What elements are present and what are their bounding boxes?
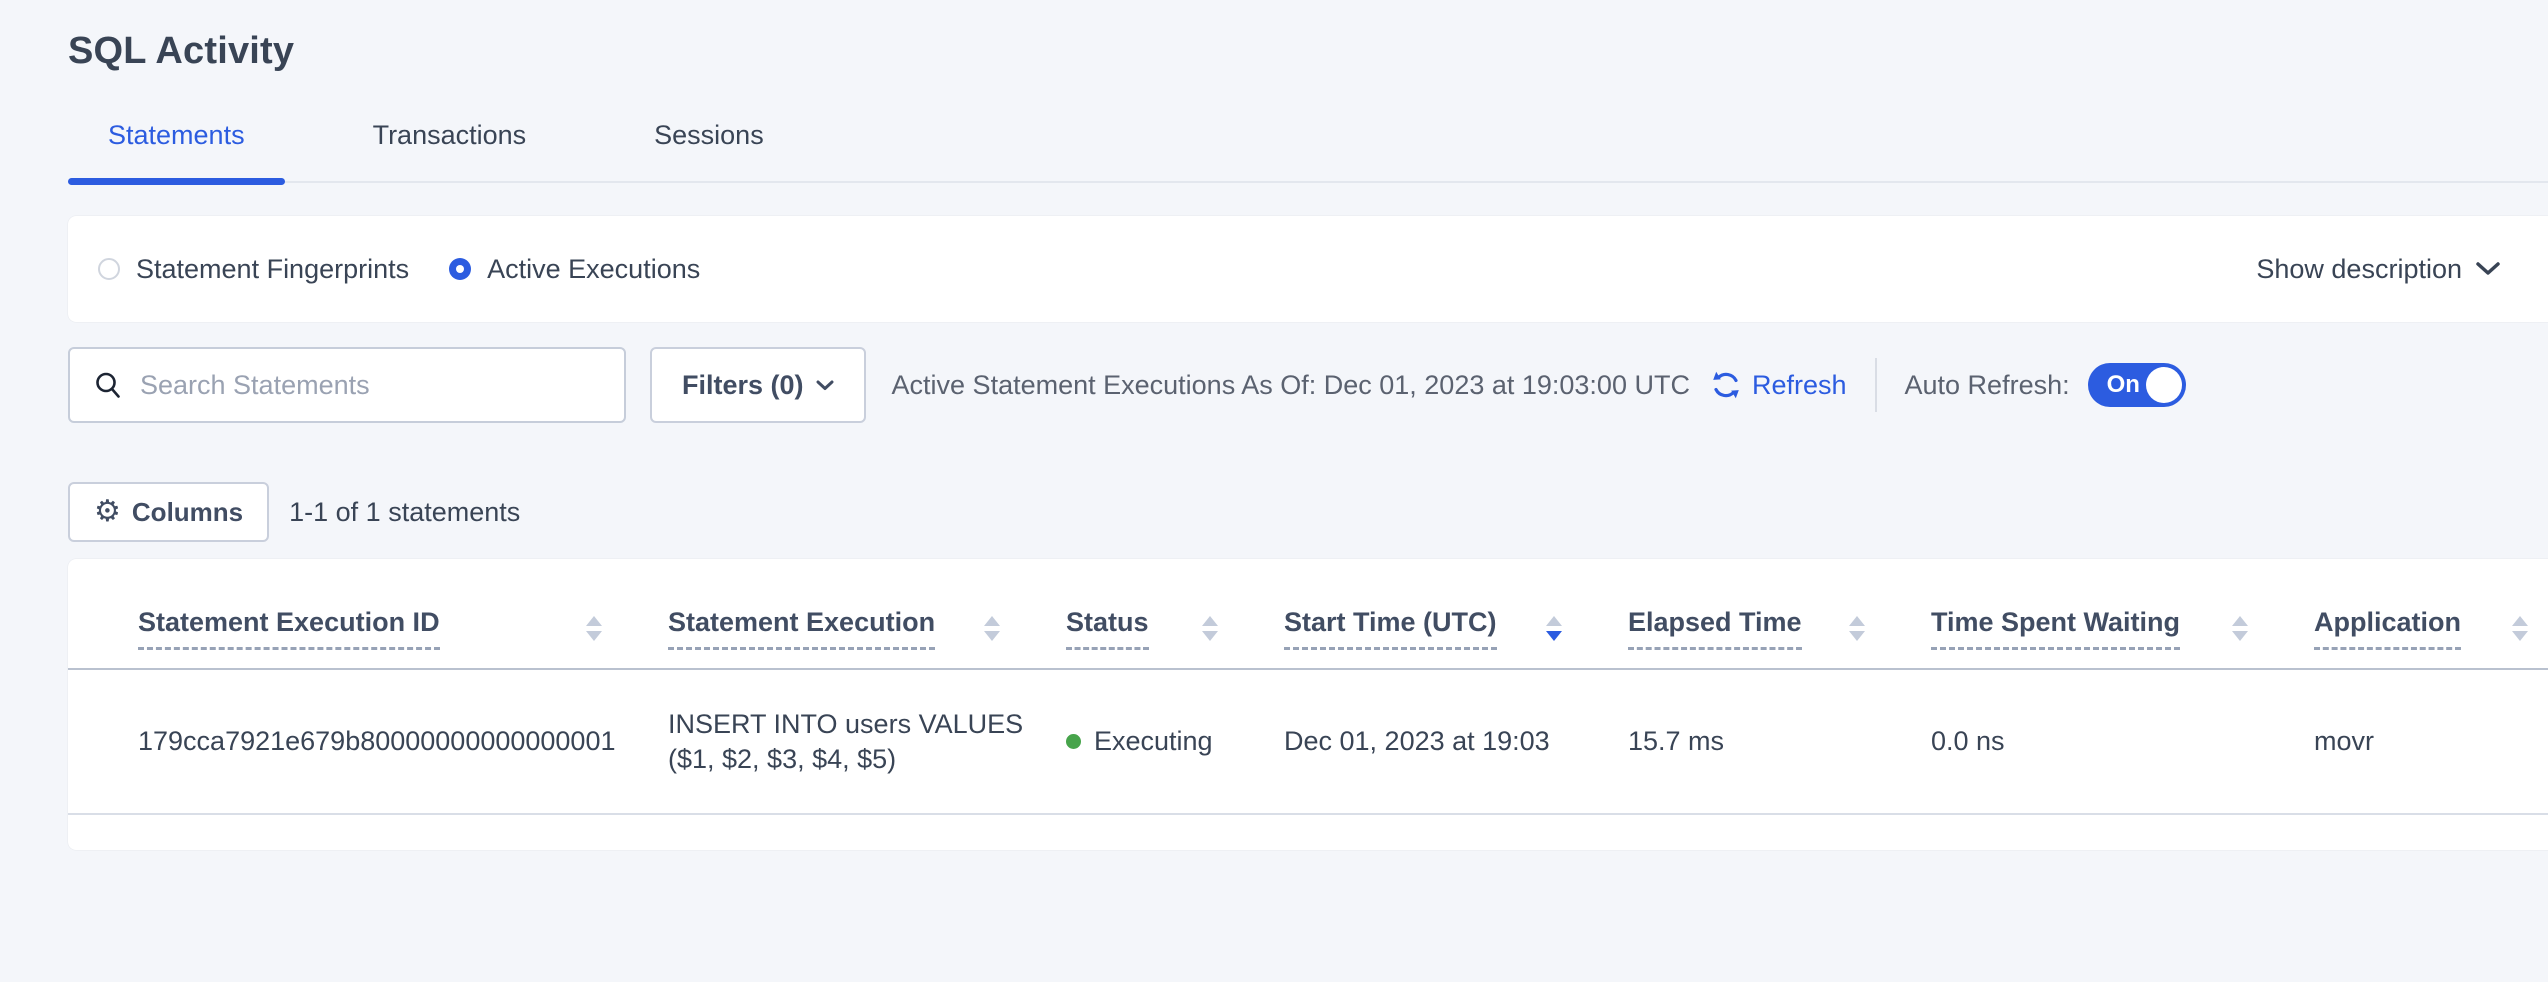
column-header-start-time[interactable]: Start Time (UTC) xyxy=(1246,559,1590,669)
tab-bar: Statements Transactions Sessions xyxy=(68,119,2548,183)
sort-icon[interactable] xyxy=(2232,616,2248,641)
sort-icon[interactable] xyxy=(1202,616,1218,641)
column-label: Statement Execution xyxy=(668,607,935,650)
refresh-icon xyxy=(1710,369,1742,401)
result-count: 1-1 of 1 statements xyxy=(289,497,520,528)
cell-execution-id[interactable]: 179cca7921e679b80000000000000001 xyxy=(68,669,630,814)
cell-start-time: Dec 01, 2023 at 19:03 xyxy=(1246,669,1590,814)
column-header-status[interactable]: Status xyxy=(1028,559,1246,669)
radio-active-executions-label: Active Executions xyxy=(487,254,700,285)
radio-selected-icon[interactable] xyxy=(449,258,471,280)
tab-transactions[interactable]: Transactions xyxy=(333,119,567,181)
column-header-statement-execution[interactable]: Statement Execution xyxy=(630,559,1028,669)
column-label: Start Time (UTC) xyxy=(1284,607,1497,650)
status-executing-dot-icon xyxy=(1066,734,1081,749)
sort-icon[interactable] xyxy=(1849,616,1865,641)
cell-statement-execution[interactable]: INSERT INTO users VALUES ($1, $2, $3, $4… xyxy=(630,669,1028,814)
refresh-button[interactable]: Refresh xyxy=(1710,369,1847,401)
cell-application: movr xyxy=(2276,669,2548,814)
table-header-row: Statement Execution ID Statement Executi… xyxy=(68,559,2548,669)
auto-refresh-label: Auto Refresh: xyxy=(1905,370,2070,401)
column-header-application[interactable]: Application xyxy=(2276,559,2548,669)
radio-unselected-icon[interactable] xyxy=(98,258,120,280)
statements-table: Statement Execution ID Statement Executi… xyxy=(68,559,2548,815)
search-input[interactable] xyxy=(140,370,604,401)
tab-sessions-label: Sessions xyxy=(654,120,764,150)
radio-active-executions[interactable]: Active Executions xyxy=(449,254,700,285)
column-label: Elapsed Time xyxy=(1628,607,1802,650)
column-header-statement-execution-id[interactable]: Statement Execution ID xyxy=(68,559,630,669)
search-icon xyxy=(94,371,122,399)
filters-button[interactable]: Filters (0) xyxy=(650,347,866,423)
toolbar: Filters (0) Active Statement Executions … xyxy=(68,346,2548,424)
tab-transactions-label: Transactions xyxy=(373,120,527,150)
column-label: Status xyxy=(1066,607,1149,650)
view-mode-card: Statement Fingerprints Active Executions… xyxy=(68,216,2548,322)
column-label: Time Spent Waiting xyxy=(1931,607,2180,650)
column-label: Statement Execution ID xyxy=(138,607,440,650)
tab-statements[interactable]: Statements xyxy=(68,119,285,181)
table-controls: ⚙ Columns 1-1 of 1 statements xyxy=(68,482,2548,542)
chevron-down-icon xyxy=(816,380,834,391)
search-box[interactable] xyxy=(68,347,626,423)
as-of-timestamp: Active Statement Executions As Of: Dec 0… xyxy=(892,370,1690,401)
statement-text-line2: ($1, $2, $3, $4, $5) xyxy=(668,742,1028,777)
show-description-label: Show description xyxy=(2256,254,2462,285)
show-description-button[interactable]: Show description xyxy=(2256,254,2500,285)
statement-text-line1: INSERT INTO users VALUES xyxy=(668,707,1028,742)
cell-time-spent-waiting: 0.0 ns xyxy=(1893,669,2276,814)
sort-icon[interactable] xyxy=(984,616,1000,641)
table-row: 179cca7921e679b80000000000000001 INSERT … xyxy=(68,669,2548,814)
tab-sessions[interactable]: Sessions xyxy=(614,119,804,181)
cell-elapsed-time: 15.7 ms xyxy=(1590,669,1893,814)
column-header-elapsed-time[interactable]: Elapsed Time xyxy=(1590,559,1893,669)
cell-status: Executing xyxy=(1028,669,1246,814)
chevron-down-icon xyxy=(2476,262,2500,276)
sort-icon[interactable] xyxy=(2512,616,2528,641)
toggle-knob-icon xyxy=(2146,367,2182,403)
refresh-label: Refresh xyxy=(1752,370,1847,401)
radio-statement-fingerprints-label: Statement Fingerprints xyxy=(136,254,409,285)
toolbar-divider xyxy=(1875,358,1877,412)
tab-statements-label: Statements xyxy=(108,120,245,150)
status-text: Executing xyxy=(1094,726,1213,757)
column-label: Application xyxy=(2314,607,2461,650)
filters-label: Filters (0) xyxy=(682,370,804,401)
sort-icon[interactable] xyxy=(586,616,602,641)
radio-statement-fingerprints[interactable]: Statement Fingerprints xyxy=(98,254,409,285)
columns-button[interactable]: ⚙ Columns xyxy=(68,482,269,542)
page-title: SQL Activity xyxy=(68,30,2548,73)
column-header-time-spent-waiting[interactable]: Time Spent Waiting xyxy=(1893,559,2276,669)
columns-label: Columns xyxy=(132,497,243,528)
auto-refresh-state: On xyxy=(2107,371,2140,399)
auto-refresh-toggle[interactable]: On xyxy=(2088,363,2186,407)
active-tab-indicator xyxy=(68,178,285,185)
sort-icon-descending-active[interactable] xyxy=(1546,616,1562,641)
gear-icon: ⚙ xyxy=(94,497,121,527)
statements-table-card: Statement Execution ID Statement Executi… xyxy=(68,559,2548,850)
